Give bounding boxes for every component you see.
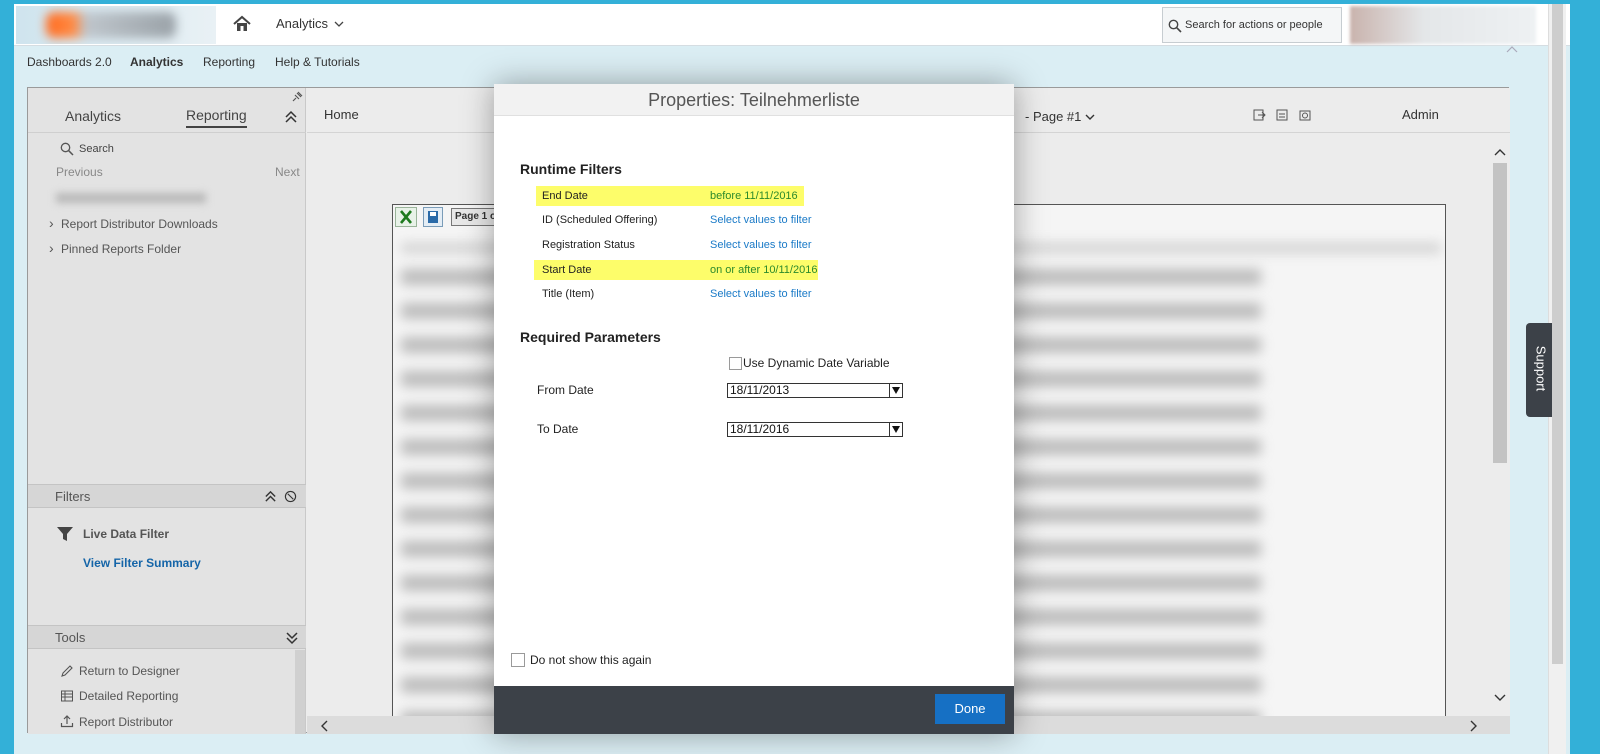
divider bbox=[28, 132, 306, 133]
to-date-value: 18/11/2016 bbox=[730, 422, 790, 436]
scroll-up-icon[interactable] bbox=[1494, 148, 1506, 156]
tab-reporting[interactable]: Reporting bbox=[186, 107, 247, 128]
to-date-label: To Date bbox=[537, 422, 579, 436]
top-bar: Analytics Search for actions or people bbox=[14, 4, 1570, 46]
main-navigation: Dashboards 2.0 Analytics Reporting Help … bbox=[14, 46, 1570, 86]
filter-label: End Date bbox=[542, 190, 588, 202]
support-label: Support bbox=[1533, 345, 1549, 392]
view-filter-summary-link[interactable]: View Filter Summary bbox=[83, 556, 201, 570]
tools-scrollbar[interactable] bbox=[295, 650, 305, 734]
previous-link[interactable]: Previous bbox=[56, 165, 103, 179]
scroll-left-icon[interactable] bbox=[320, 720, 328, 732]
properties-dialog: Properties: Teilnehmerliste Runtime Filt… bbox=[494, 84, 1014, 734]
tab-analytics[interactable]: Analytics bbox=[65, 108, 121, 124]
use-dynamic-date-checkbox[interactable] bbox=[729, 357, 742, 370]
dropdown-arrow-icon[interactable] bbox=[889, 423, 902, 436]
done-button[interactable]: Done bbox=[935, 694, 1005, 724]
analytics-menu-label: Analytics bbox=[276, 16, 329, 31]
report-grid-icon bbox=[61, 690, 73, 702]
user-profile-area[interactable] bbox=[1350, 6, 1536, 44]
filter-value-link[interactable]: Select values to filter bbox=[710, 239, 812, 251]
search-placeholder: Search for actions or people bbox=[1185, 19, 1323, 31]
clear-filter-icon[interactable] bbox=[284, 490, 297, 503]
report-vertical-scrollbar[interactable] bbox=[1493, 163, 1507, 463]
save-icon[interactable] bbox=[423, 207, 443, 227]
tree-item-pinned-reports[interactable]: Pinned Reports Folder bbox=[49, 240, 181, 256]
global-search-input[interactable]: Search for actions or people bbox=[1162, 7, 1342, 43]
tool-detailed-reporting[interactable]: Detailed Reporting bbox=[79, 689, 178, 703]
filters-section-header: Filters bbox=[28, 484, 306, 508]
from-date-label: From Date bbox=[537, 383, 594, 397]
schedule-icon[interactable] bbox=[1298, 108, 1312, 122]
scroll-right-icon[interactable] bbox=[1470, 720, 1478, 732]
home-icon[interactable] bbox=[232, 14, 252, 34]
from-date-select[interactable]: 18/11/2013 bbox=[727, 383, 903, 398]
excel-export-icon[interactable] bbox=[395, 207, 417, 227]
tools-title: Tools bbox=[55, 630, 86, 645]
filter-value[interactable]: before 11/11/2016 bbox=[710, 190, 798, 202]
pin-icon[interactable] bbox=[292, 90, 304, 102]
nav-reporting[interactable]: Reporting bbox=[203, 55, 255, 69]
tool-return-to-designer[interactable]: Return to Designer bbox=[79, 664, 180, 678]
upload-icon bbox=[60, 715, 74, 728]
tool-report-distributor[interactable]: Report Distributor bbox=[79, 715, 173, 729]
dialog-title: Properties: Teilnehmerliste bbox=[494, 84, 1014, 116]
chevron-down-icon bbox=[334, 21, 344, 27]
chevron-up-icon[interactable] bbox=[1506, 45, 1518, 53]
nav-analytics[interactable]: Analytics bbox=[130, 55, 183, 69]
tree-item-report-distributor-downloads[interactable]: Report Distributor Downloads bbox=[49, 215, 218, 231]
home-breadcrumb[interactable]: Home bbox=[324, 107, 359, 122]
filter-row-registration-status[interactable]: Registration Status Select values to fil… bbox=[536, 235, 826, 255]
page-scrollbar-thumb[interactable] bbox=[1552, 4, 1563, 664]
chevron-down-icon bbox=[1085, 114, 1095, 120]
filter-label: Registration Status bbox=[542, 239, 635, 251]
required-parameters-heading: Required Parameters bbox=[520, 329, 661, 345]
next-link[interactable]: Next bbox=[275, 165, 300, 179]
filter-label: ID (Scheduled Offering) bbox=[542, 214, 658, 226]
nav-help-tutorials[interactable]: Help & Tutorials bbox=[275, 55, 360, 69]
search-icon bbox=[60, 142, 74, 156]
print-icon[interactable] bbox=[1275, 108, 1289, 122]
tools-section-header: Tools bbox=[28, 625, 306, 649]
left-search-label[interactable]: Search bbox=[79, 143, 114, 155]
funnel-icon bbox=[57, 527, 73, 541]
live-data-filter-label: Live Data Filter bbox=[83, 527, 170, 541]
blurred-breadcrumb bbox=[56, 193, 206, 203]
search-icon bbox=[1168, 19, 1182, 33]
filters-title: Filters bbox=[55, 489, 91, 504]
filter-value[interactable]: on or after 10/11/2016 bbox=[710, 264, 817, 276]
filter-value-link[interactable]: Select values to filter bbox=[710, 288, 812, 300]
filter-row-title[interactable]: Title (Item) Select values to filter bbox=[536, 284, 826, 304]
collapse-up-icon[interactable] bbox=[284, 110, 298, 124]
analytics-menu[interactable]: Analytics bbox=[276, 16, 344, 31]
do-not-show-label: Do not show this again bbox=[530, 653, 652, 667]
use-dynamic-date-label: Use Dynamic Date Variable bbox=[743, 356, 890, 370]
left-panel: Analytics Reporting Search Previous Next… bbox=[28, 88, 306, 734]
export-icon[interactable] bbox=[1252, 108, 1266, 122]
nav-dashboards[interactable]: Dashboards 2.0 bbox=[27, 55, 112, 69]
company-logo[interactable] bbox=[16, 6, 216, 44]
filter-value-link[interactable]: Select values to filter bbox=[710, 214, 812, 226]
filter-row-id[interactable]: ID (Scheduled Offering) Select values to… bbox=[536, 210, 826, 230]
page-selector[interactable]: - Page #1 bbox=[1025, 109, 1095, 124]
support-tab[interactable]: Support bbox=[1526, 323, 1552, 417]
do-not-show-checkbox[interactable] bbox=[511, 653, 525, 667]
filter-row-start-date[interactable]: Start Date on or after 10/11/2016 bbox=[534, 260, 818, 280]
dropdown-arrow-icon[interactable] bbox=[889, 384, 902, 397]
expand-down-icon[interactable] bbox=[285, 631, 299, 645]
pencil-icon bbox=[61, 665, 73, 677]
collapse-up-icon[interactable] bbox=[264, 490, 277, 503]
filter-label: Title (Item) bbox=[542, 288, 595, 300]
dialog-footer: Done bbox=[494, 686, 1014, 734]
filter-label: Start Date bbox=[542, 264, 592, 276]
from-date-value: 18/11/2013 bbox=[730, 383, 790, 397]
scroll-down-icon[interactable] bbox=[1494, 694, 1506, 702]
runtime-filters-heading: Runtime Filters bbox=[520, 161, 622, 177]
filter-row-end-date[interactable]: End Date before 11/11/2016 bbox=[536, 186, 804, 206]
page-selector-label: - Page #1 bbox=[1025, 109, 1082, 124]
admin-label[interactable]: Admin bbox=[1402, 107, 1439, 122]
to-date-select[interactable]: 18/11/2016 bbox=[727, 422, 903, 437]
